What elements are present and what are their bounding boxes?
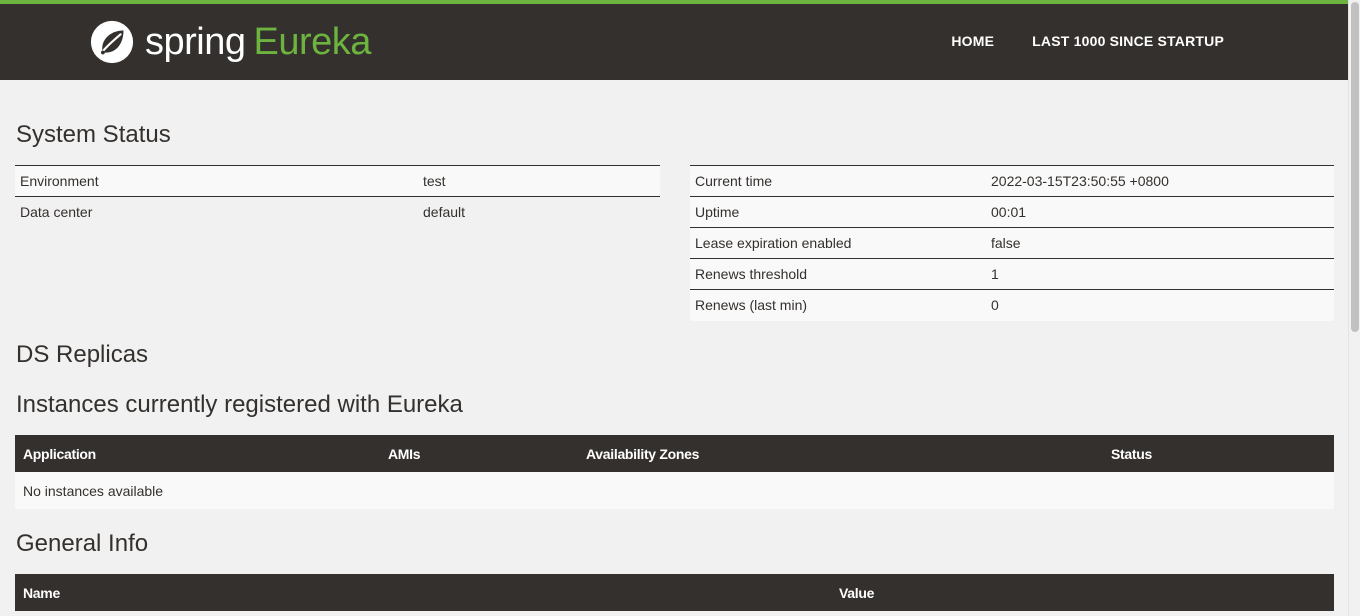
instances-heading: Instances currently registered with Eure…: [16, 391, 463, 418]
spring-leaf-icon: [90, 20, 134, 64]
nav-last-1000-link[interactable]: LAST 1000 SINCE STARTUP: [1032, 33, 1224, 49]
status-key: Renews (last min): [690, 289, 986, 321]
column-header-name: Name: [15, 574, 831, 611]
system-status-right-table: Current time 2022-03-15T23:50:55 +0800 U…: [690, 165, 1334, 321]
table-header-row: Name Value: [15, 574, 1334, 611]
general-info-table: Name Value: [15, 574, 1334, 611]
column-header-value: Value: [831, 574, 1334, 611]
status-key: Data center: [15, 196, 418, 228]
status-key: Environment: [15, 165, 418, 197]
table-row: Lease expiration enabled false: [690, 227, 1334, 259]
brand-spring: spring: [145, 21, 246, 63]
table-row: Uptime 00:01: [690, 196, 1334, 228]
column-header-amis: AMIs: [380, 435, 578, 472]
brand-eureka: Eureka: [253, 21, 372, 63]
vertical-scrollbar[interactable]: [1348, 0, 1360, 616]
brand-text: spring Eureka: [145, 23, 371, 61]
status-value: false: [986, 227, 1334, 259]
status-value: 1: [986, 258, 1334, 290]
table-row: Environment test: [15, 165, 660, 197]
table-row: No instances available: [15, 472, 1334, 509]
status-value: 00:01: [986, 196, 1334, 228]
status-value: 2022-03-15T23:50:55 +0800: [986, 165, 1334, 197]
status-key: Current time: [690, 165, 986, 197]
empty-message: No instances available: [15, 472, 1334, 509]
scrollbar-thumb[interactable]: [1351, 2, 1359, 332]
nav-menu: HOME LAST 1000 SINCE STARTUP: [951, 33, 1224, 49]
table-header-row: Application AMIs Availability Zones Stat…: [15, 435, 1334, 472]
status-key: Lease expiration enabled: [690, 227, 986, 259]
status-key: Renews threshold: [690, 258, 986, 290]
general-info-heading: General Info: [16, 530, 149, 557]
status-value: default: [418, 196, 660, 228]
navbar: spring Eureka HOME LAST 1000 SINCE STARTU…: [0, 0, 1348, 80]
content-area: spring Eureka HOME LAST 1000 SINCE STARTU…: [0, 0, 1348, 616]
status-value: 0: [986, 289, 1334, 321]
status-value: test: [418, 165, 660, 197]
status-key: Uptime: [690, 196, 986, 228]
brand-link[interactable]: spring Eureka: [89, 18, 371, 66]
system-status-heading: System Status: [16, 121, 171, 148]
nav-home-link[interactable]: HOME: [951, 33, 994, 49]
table-row: Renews threshold 1: [690, 258, 1334, 290]
instances-table: Application AMIs Availability Zones Stat…: [15, 435, 1334, 509]
system-status-left-table: Environment test Data center default: [15, 165, 660, 228]
table-row: Current time 2022-03-15T23:50:55 +0800: [690, 165, 1334, 197]
ds-replicas-heading: DS Replicas: [16, 341, 149, 368]
table-row: Data center default: [15, 196, 660, 228]
column-header-application: Application: [15, 435, 380, 472]
table-row: Renews (last min) 0: [690, 289, 1334, 321]
column-header-status: Status: [1103, 435, 1334, 472]
column-header-availability-zones: Availability Zones: [578, 435, 1103, 472]
page: spring Eureka HOME LAST 1000 SINCE STARTU…: [0, 0, 1360, 616]
